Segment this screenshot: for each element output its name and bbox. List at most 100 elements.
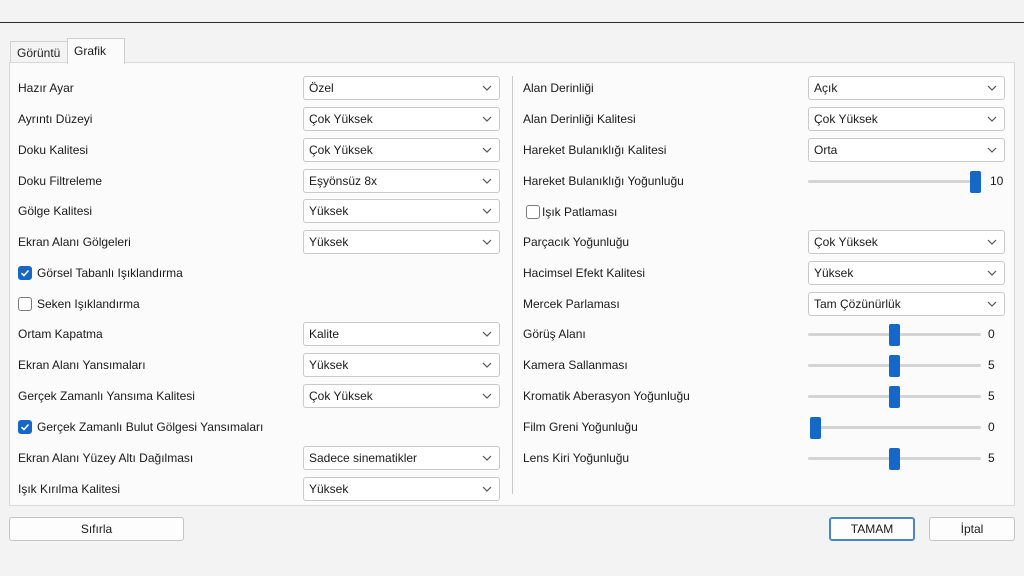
filter-value: Eşyönsüz 8x (309, 174, 378, 188)
chevron-down-icon (987, 85, 997, 91)
rtr-dropdown[interactable]: Çok Yüksek (303, 384, 500, 408)
ssshadow-dropdown[interactable]: Yüksek (303, 230, 500, 254)
slider-thumb[interactable] (889, 355, 900, 377)
check-icon (20, 269, 30, 277)
row-bounce[interactable]: Seken Işıklandırma (18, 292, 318, 316)
row-bloom[interactable]: Işık Patlaması (523, 200, 823, 224)
flare-label: Mercek Parlaması (523, 297, 620, 311)
mbq-dropdown[interactable]: Orta (808, 138, 1005, 162)
row-flare: Mercek Parlaması Tam Çözünürlük (523, 292, 1005, 316)
reset-button[interactable]: Sıfırla (9, 517, 184, 541)
slider-thumb[interactable] (970, 171, 981, 193)
row-refraction: Işık Kırılma Kalitesi Yüksek (18, 477, 500, 501)
chroma-slider[interactable] (808, 386, 981, 408)
refraction-dropdown[interactable]: Yüksek (303, 477, 500, 501)
dofq-dropdown[interactable]: Çok Yüksek (808, 107, 1005, 131)
bounce-checkbox[interactable] (18, 297, 32, 311)
filter-label: Doku Filtreleme (18, 174, 103, 188)
particle-dropdown[interactable]: Çok Yüksek (808, 230, 1005, 254)
row-fov: Görüş Alanı 0 (523, 322, 1013, 346)
mbi-slider[interactable] (808, 171, 981, 193)
texture-dropdown[interactable]: Çok Yüksek (303, 138, 500, 162)
fov-value: 0 (988, 327, 995, 341)
slider-thumb[interactable] (889, 324, 900, 346)
flare-value: Tam Çözünürlük (814, 297, 901, 311)
shadow-value: Yüksek (309, 204, 349, 218)
row-cloud[interactable]: Gerçek Zamanlı Bulut Gölgesi Yansımaları (18, 415, 318, 439)
row-texture: Doku Kalitesi Çok Yüksek (18, 138, 500, 162)
dof-value: Açık (814, 81, 838, 95)
chevron-down-icon (482, 239, 492, 245)
shadow-label: Gölge Kalitesi (18, 204, 93, 218)
slider-thumb[interactable] (889, 448, 900, 470)
detail-value: Çok Yüksek (309, 112, 373, 126)
chevron-down-icon (482, 455, 492, 461)
grain-slider[interactable] (810, 417, 981, 439)
row-mbq: Hareket Bulanıklığı Kalitesi Orta (523, 138, 1005, 162)
cloud-checkbox[interactable] (18, 420, 32, 434)
dofq-value: Çok Yüksek (814, 112, 878, 126)
ao-dropdown[interactable]: Kalite (303, 322, 500, 346)
chevron-down-icon (482, 147, 492, 153)
row-ibl[interactable]: Görsel Tabanlı Işıklandırma (18, 261, 318, 285)
chevron-down-icon (482, 85, 492, 91)
chevron-down-icon (482, 178, 492, 184)
chevron-down-icon (987, 147, 997, 153)
row-filter: Doku Filtreleme Eşyönsüz 8x (18, 169, 500, 193)
chevron-down-icon (987, 301, 997, 307)
shake-slider[interactable] (808, 355, 981, 377)
detail-dropdown[interactable]: Çok Yüksek (303, 107, 500, 131)
ao-label: Ortam Kapatma (18, 327, 103, 341)
flare-dropdown[interactable]: Tam Çözünürlük (808, 292, 1005, 316)
tab-display[interactable]: Görüntü (10, 41, 68, 63)
refraction-value: Yüksek (309, 482, 349, 496)
row-ao: Ortam Kapatma Kalite (18, 322, 500, 346)
sss-dropdown[interactable]: Sadece sinematikler (303, 446, 500, 470)
cancel-button[interactable]: İptal (929, 517, 1015, 541)
volumetric-dropdown[interactable]: Yüksek (808, 261, 1005, 285)
ao-value: Kalite (309, 327, 340, 341)
shadow-dropdown[interactable]: Yüksek (303, 199, 500, 223)
bloom-checkbox[interactable] (526, 205, 540, 219)
ok-button[interactable]: TAMAM (829, 517, 915, 541)
cloud-label: Gerçek Zamanlı Bulut Gölgesi Yansımaları (37, 420, 264, 434)
fov-label: Görüş Alanı (523, 327, 586, 341)
chroma-value: 5 (988, 389, 995, 403)
grain-value: 0 (988, 420, 995, 434)
chevron-down-icon (987, 116, 997, 122)
slider-thumb[interactable] (889, 386, 900, 408)
chevron-down-icon (482, 208, 492, 214)
row-grain: Film Greni Yoğunluğu 0 (523, 415, 1013, 439)
ssr-dropdown[interactable]: Yüksek (303, 353, 500, 377)
top-border (0, 22, 1024, 23)
slider-thumb[interactable] (810, 417, 821, 439)
mbi-value: 10 (990, 174, 1004, 188)
grain-label: Film Greni Yoğunluğu (523, 420, 638, 434)
row-particle: Parçacık Yoğunluğu Çok Yüksek (523, 230, 1005, 254)
dof-dropdown[interactable]: Açık (808, 76, 1005, 100)
filter-dropdown[interactable]: Eşyönsüz 8x (303, 169, 500, 193)
row-dirt: Lens Kiri Yoğunluğu 5 (523, 446, 1013, 470)
dof-label: Alan Derinliği (523, 81, 594, 95)
mbq-value: Orta (814, 143, 838, 157)
row-dof: Alan Derinliği Açık (523, 76, 1005, 100)
ssr-label: Ekran Alanı Yansımaları (18, 358, 146, 372)
rtr-value: Çok Yüksek (309, 389, 373, 403)
fov-slider[interactable] (808, 324, 981, 346)
sss-label: Ekran Alanı Yüzey Altı Dağılması (18, 451, 194, 465)
row-mbi: Hareket Bulanıklığı Yoğunluğu 10 (523, 169, 1013, 193)
check-icon (20, 423, 30, 431)
column-divider (512, 76, 513, 494)
preset-dropdown[interactable]: Özel (303, 76, 500, 100)
chevron-down-icon (482, 393, 492, 399)
row-shadow: Gölge Kalitesi Yüksek (18, 199, 500, 223)
ibl-checkbox[interactable] (18, 266, 32, 280)
row-rtr: Gerçek Zamanlı Yansıma Kalitesi Çok Yüks… (18, 384, 500, 408)
rtr-label: Gerçek Zamanlı Yansıma Kalitesi (18, 389, 195, 403)
dirt-slider[interactable] (808, 448, 981, 470)
row-ssshadow: Ekran Alanı Gölgeleri Yüksek (18, 230, 500, 254)
tab-graphics[interactable]: Grafik (67, 38, 125, 64)
row-detail: Ayrıntı Düzeyi Çok Yüksek (18, 107, 500, 131)
dirt-value: 5 (988, 451, 995, 465)
row-volumetric: Hacimsel Efekt Kalitesi Yüksek (523, 261, 1005, 285)
